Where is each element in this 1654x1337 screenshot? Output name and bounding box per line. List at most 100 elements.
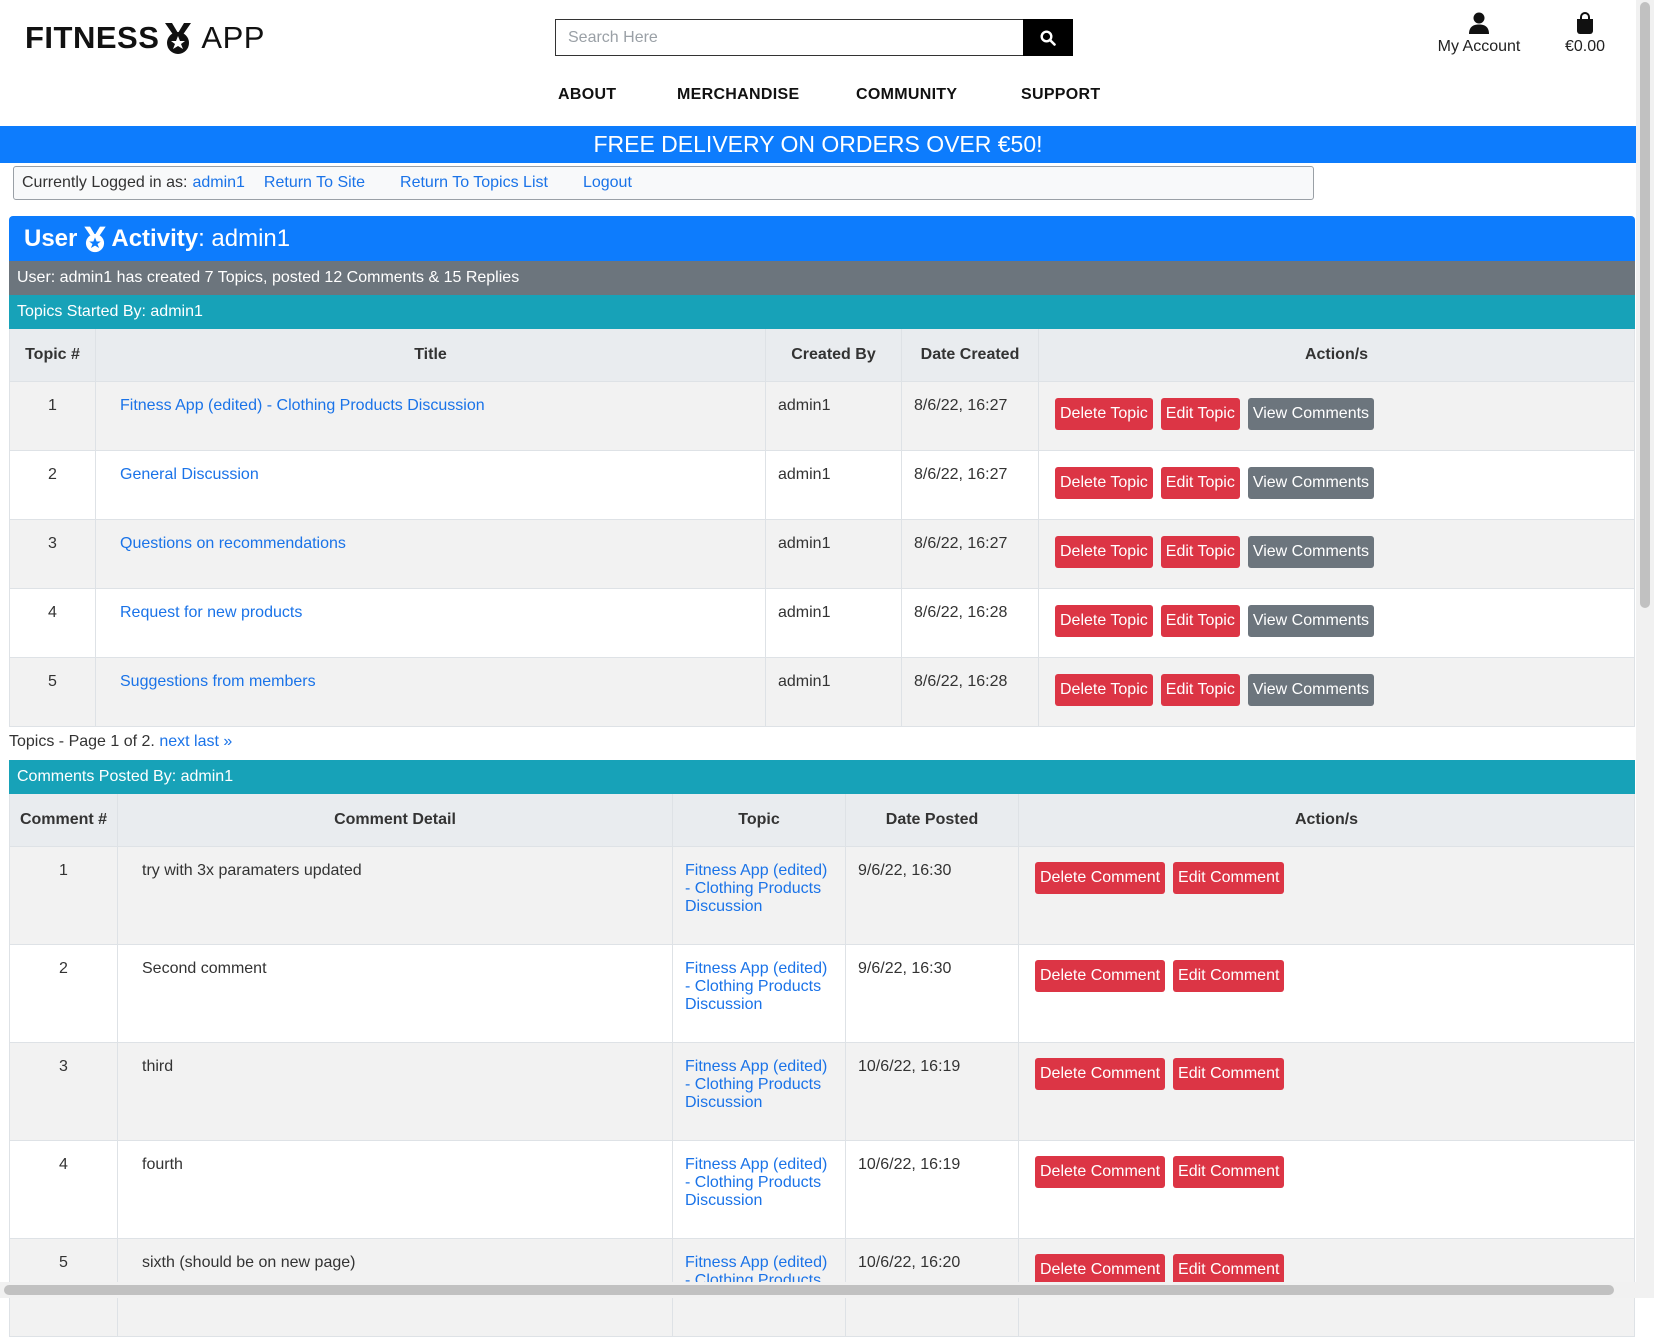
logged-in-label: Currently Logged in as:: [22, 174, 188, 191]
topic-number: 4: [9, 588, 96, 658]
comment-topic-link[interactable]: Fitness App (edited) - Clothing Products…: [685, 960, 827, 1013]
title-user: User: [24, 224, 78, 252]
bag-total: €0.00: [1564, 38, 1606, 55]
edit-topic-button[interactable]: Edit Topic: [1160, 605, 1240, 637]
view-comments-button[interactable]: View Comments: [1247, 398, 1375, 430]
horizontal-scrollbar-thumb[interactable]: [4, 1285, 1614, 1295]
view-comments-button[interactable]: View Comments: [1247, 605, 1375, 637]
comment-date-posted: 10/6/22, 16:19: [845, 1140, 1019, 1239]
edit-topic-button[interactable]: Edit Topic: [1160, 398, 1240, 430]
topic-number: 3: [9, 519, 96, 589]
search-input[interactable]: [555, 19, 1023, 56]
delete-topic-button[interactable]: Delete Topic: [1055, 398, 1153, 430]
edit-comment-button[interactable]: Edit Comment: [1173, 1058, 1285, 1090]
column-header: Date Created: [901, 329, 1039, 382]
medal-icon: [165, 23, 192, 54]
edit-topic-button[interactable]: Edit Topic: [1160, 674, 1240, 706]
logout-link[interactable]: Logout: [583, 174, 632, 192]
horizontal-scrollbar[interactable]: [0, 1282, 1654, 1298]
pagination-status: Topics - Page 1 of 2.: [9, 733, 155, 750]
nav-merchandise[interactable]: MERCHANDISE: [677, 86, 799, 104]
edit-comment-button[interactable]: Edit Comment: [1173, 862, 1285, 894]
table-header-row: Topic # Title Created By Date Created Ac…: [9, 329, 1635, 382]
topic-title-link[interactable]: Questions on recommendations: [120, 535, 346, 552]
edit-comment-button[interactable]: Edit Comment: [1173, 1156, 1285, 1188]
logged-in-user-link[interactable]: admin1: [192, 174, 244, 192]
delete-topic-button[interactable]: Delete Topic: [1055, 605, 1153, 637]
delete-comment-button[interactable]: Delete Comment: [1035, 1156, 1166, 1188]
comments-table: Comment # Comment Detail Topic Date Post…: [9, 794, 1635, 1337]
delete-comment-button[interactable]: Delete Comment: [1035, 960, 1166, 992]
delete-comment-button[interactable]: Delete Comment: [1035, 1058, 1166, 1090]
comment-date-posted: 10/6/22, 16:19: [845, 1042, 1019, 1141]
topic-actions: Delete Topic Edit Topic View Comments: [1038, 519, 1635, 589]
site-logo[interactable]: FITNESS APP: [25, 18, 265, 58]
comment-number: 1: [9, 846, 118, 945]
comment-actions: Delete Comment Edit Comment: [1018, 1140, 1635, 1239]
vertical-scrollbar[interactable]: [1636, 0, 1654, 1298]
delete-topic-button[interactable]: Delete Topic: [1055, 674, 1153, 706]
page-title: User Activity : admin1: [9, 216, 1635, 261]
topics-section-header: Topics Started By: admin1: [9, 295, 1635, 329]
column-header: Created By: [765, 329, 902, 382]
topic-actions: Delete Topic Edit Topic View Comments: [1038, 657, 1635, 727]
view-comments-button[interactable]: View Comments: [1247, 674, 1375, 706]
delete-topic-button[interactable]: Delete Topic: [1055, 467, 1153, 499]
table-row: 4 Request for new products admin1 8/6/22…: [9, 588, 1635, 658]
column-header: Comment Detail: [117, 794, 673, 847]
topic-title-link[interactable]: Suggestions from members: [120, 673, 316, 690]
comment-number: 4: [9, 1140, 118, 1239]
search-form: [555, 19, 1073, 56]
topic-date-created: 8/6/22, 16:28: [901, 657, 1039, 727]
nav-support[interactable]: SUPPORT: [1021, 86, 1100, 104]
column-header: Action/s: [1038, 329, 1635, 382]
comment-topic-link[interactable]: Fitness App (edited) - Clothing Products…: [685, 1058, 827, 1111]
view-comments-button[interactable]: View Comments: [1247, 536, 1375, 568]
topic-title-link[interactable]: Fitness App (edited) - Clothing Products…: [120, 397, 485, 414]
user-icon: [1469, 12, 1489, 34]
table-row: 5 Suggestions from members admin1 8/6/22…: [9, 657, 1635, 727]
edit-topic-button[interactable]: Edit Topic: [1160, 467, 1240, 499]
pagination-next-link[interactable]: next: [159, 733, 189, 750]
comment-detail: fourth: [117, 1140, 673, 1239]
comment-number: 3: [9, 1042, 118, 1141]
table-row: 4 fourth Fitness App (edited) - Clothing…: [9, 1140, 1635, 1239]
return-to-site-link[interactable]: Return To Site: [264, 174, 365, 192]
shopping-bag-link[interactable]: €0.00: [1555, 12, 1615, 56]
comment-topic-link[interactable]: Fitness App (edited) - Clothing Products…: [685, 1156, 827, 1209]
title-activity: Activity: [111, 224, 199, 252]
topic-title-link[interactable]: General Discussion: [120, 466, 259, 483]
delete-topic-button[interactable]: Delete Topic: [1055, 536, 1153, 568]
nav-community[interactable]: COMMUNITY: [856, 86, 957, 104]
topic-title-link[interactable]: Request for new products: [120, 604, 302, 621]
topic-created-by: admin1: [765, 450, 902, 520]
topic-date-created: 8/6/22, 16:27: [901, 381, 1039, 451]
edit-topic-button[interactable]: Edit Topic: [1160, 536, 1240, 568]
column-header: Action/s: [1018, 794, 1635, 847]
activity-summary: User: admin1 has created 7 Topics, poste…: [9, 261, 1635, 295]
view-comments-button[interactable]: View Comments: [1247, 467, 1375, 499]
comment-date-posted: 9/6/22, 16:30: [845, 846, 1019, 945]
medal-icon: [84, 226, 107, 252]
comment-actions: Delete Comment Edit Comment: [1018, 1042, 1635, 1141]
search-button[interactable]: [1023, 19, 1073, 56]
return-to-topics-list-link[interactable]: Return To Topics List: [400, 174, 548, 192]
comment-detail: Second comment: [117, 944, 673, 1043]
topics-table: Topic # Title Created By Date Created Ac…: [9, 329, 1635, 727]
column-header: Title: [95, 329, 766, 382]
column-header: Topic #: [9, 329, 96, 382]
site-header: FITNESS APP My Account €0.00 A: [0, 0, 1636, 125]
delete-comment-button[interactable]: Delete Comment: [1035, 862, 1166, 894]
vertical-scrollbar-thumb[interactable]: [1640, 2, 1650, 608]
edit-comment-button[interactable]: Edit Comment: [1173, 960, 1285, 992]
column-header: Topic: [672, 794, 846, 847]
logo-text-fitness: FITNESS: [25, 20, 160, 55]
table-row: 2 General Discussion admin1 8/6/22, 16:2…: [9, 450, 1635, 520]
topic-actions: Delete Topic Edit Topic View Comments: [1038, 450, 1635, 520]
comments-section-header: Comments Posted By: admin1: [9, 760, 1635, 794]
nav-about[interactable]: ABOUT: [558, 86, 616, 104]
comment-topic-link[interactable]: Fitness App (edited) - Clothing Products…: [685, 862, 827, 915]
comment-detail: third: [117, 1042, 673, 1141]
my-account-link[interactable]: My Account: [1430, 12, 1528, 56]
pagination-last-link[interactable]: last »: [194, 733, 232, 750]
